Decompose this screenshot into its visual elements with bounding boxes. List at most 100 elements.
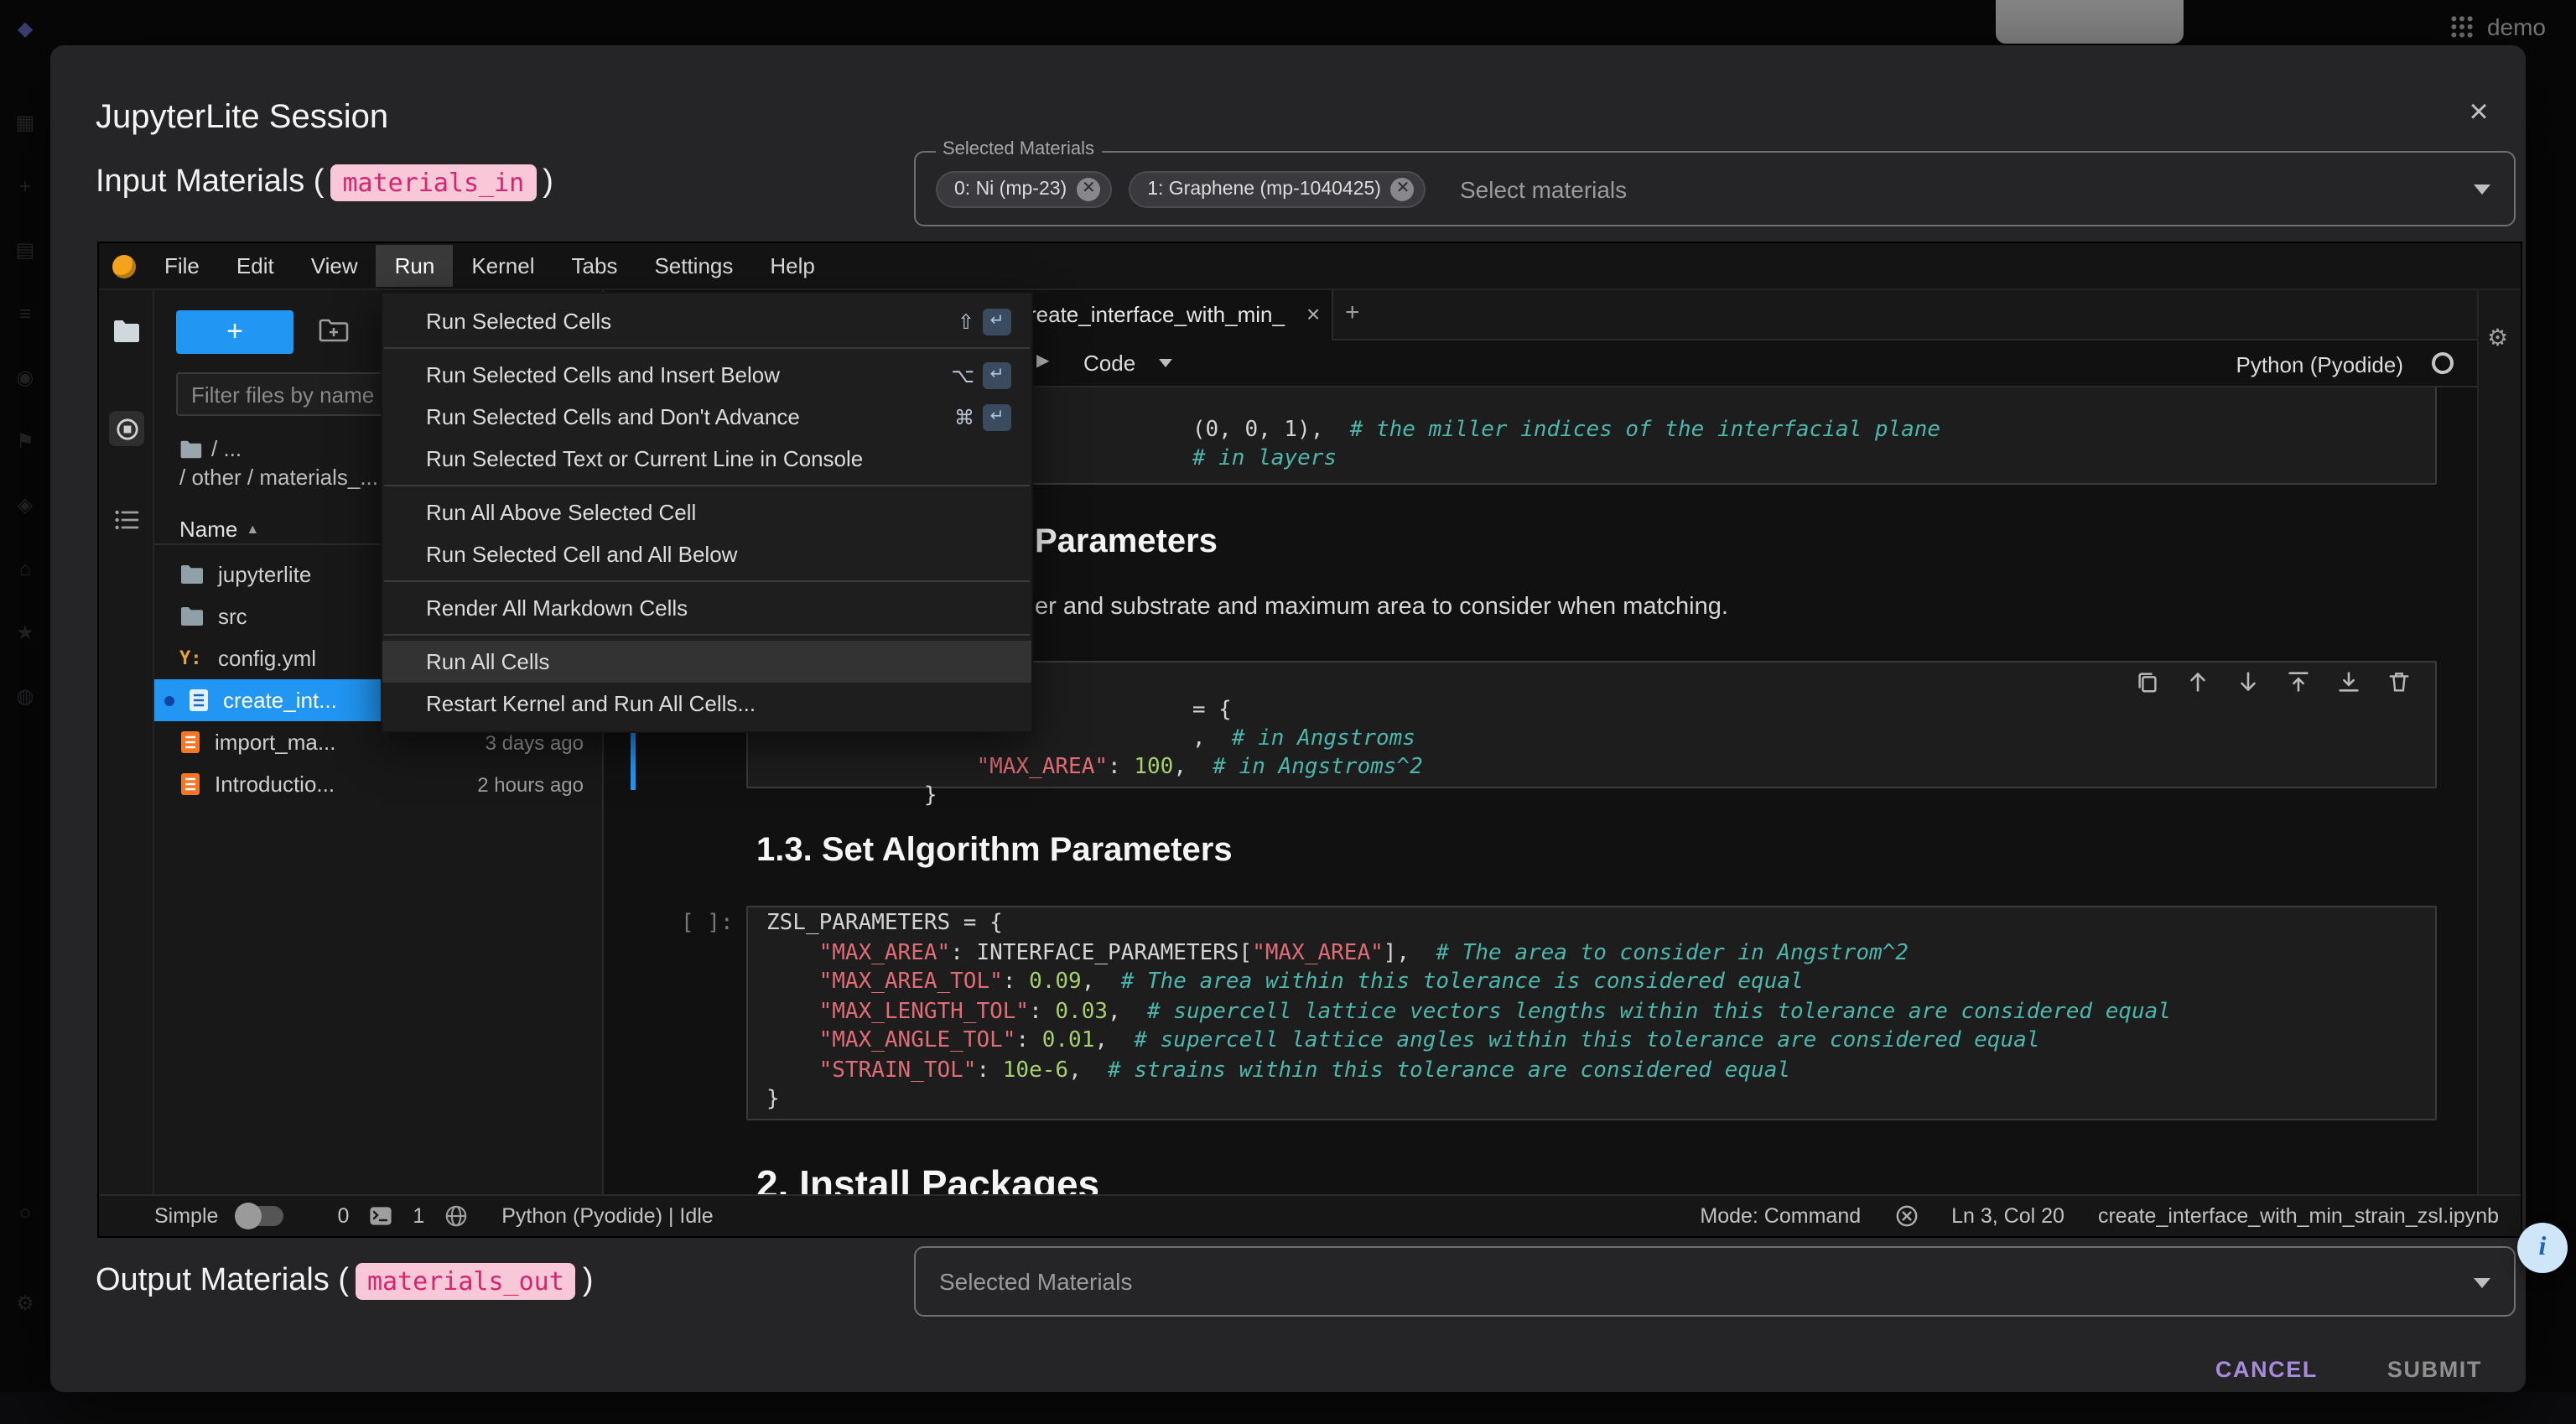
info-button[interactable]: i (2517, 1223, 2568, 1273)
menu-item-run-all-cells[interactable]: Run All Cells (382, 641, 1031, 683)
input-materials-code: materials_in (330, 164, 536, 201)
kernel-name[interactable]: Python (Pyodide) (2236, 352, 2403, 377)
new-folder-icon[interactable] (319, 317, 349, 344)
duplicate-cell-icon[interactable] (2133, 668, 2160, 694)
menu-item-render-all-markdown[interactable]: Render All Markdown Cells (382, 587, 1031, 629)
modal-close-button[interactable]: × (2455, 89, 2502, 136)
move-cell-down-icon[interactable] (2234, 668, 2261, 694)
menu-item-label: Render All Markdown Cells (426, 595, 688, 621)
name-column-header: Name (179, 517, 237, 542)
menubar-item-tabs[interactable]: Tabs (553, 245, 636, 287)
menubar-item-settings[interactable]: Settings (636, 245, 751, 287)
menu-divider (384, 580, 1030, 582)
file-row[interactable]: Introductio... 2 hours ago (154, 763, 604, 805)
code-comment: # strains within this tolerance are cons… (1108, 1058, 1790, 1083)
jupyterlite-logo-icon (112, 254, 136, 278)
cell-toolbar (2133, 668, 2412, 694)
notification-icon[interactable] (1894, 1204, 1918, 1228)
folder-icon (179, 564, 205, 585)
code-indent (766, 1058, 819, 1083)
menu-item-label: Run Selected Cells and Insert Below (426, 362, 780, 387)
cell-type-select[interactable]: Code (1083, 351, 1172, 376)
new-launcher-button[interactable]: + (176, 310, 293, 354)
menubar-item-file[interactable]: File (146, 245, 218, 287)
material-chip[interactable]: 0: Ni (mp-23) ✕ (936, 170, 1112, 207)
yaml-file-icon: Y: (179, 647, 205, 669)
menu-item-run-dont-advance[interactable]: Run Selected Cells and Don't Advance ⌘ ↵ (382, 396, 1031, 438)
menu-item-run-selected-cells[interactable]: Run Selected Cells ⇧ ↵ (382, 300, 1031, 342)
running-kernels-tab-icon[interactable] (109, 411, 144, 446)
menu-item-label: Run All Cells (426, 649, 549, 674)
code-text: ], (1384, 940, 1436, 965)
menu-item-run-and-insert-below[interactable]: Run Selected Cells and Insert Below ⌥ ↵ (382, 354, 1031, 396)
code-indent (766, 969, 819, 995)
shift-key-symbol: ⇧ (958, 309, 974, 333)
file-name: jupyterlite (218, 562, 311, 587)
new-tab-button[interactable]: + (1345, 299, 1360, 327)
breadcrumb[interactable]: / ... (179, 436, 242, 461)
delete-cell-icon[interactable] (2385, 668, 2412, 694)
insert-cell-below-icon[interactable] (2334, 668, 2361, 694)
code-line: "MAX_LENGTH_TOL": 0.03, # supercell latt… (766, 997, 2171, 1026)
output-materials-select[interactable]: Selected Materials (914, 1246, 2516, 1317)
file-name: config.yml (218, 646, 316, 671)
code-line: "MAX_ANGLE_TOL": 0.01, # supercell latti… (766, 1026, 2171, 1056)
chip-delete-icon[interactable]: ✕ (1077, 177, 1100, 200)
breadcrumb-root: / ... (211, 436, 242, 461)
kernels-count[interactable]: 1 (413, 1204, 424, 1228)
kernel-status-icon (2432, 352, 2454, 374)
code-string: "STRAIN_TOL" (819, 1058, 977, 1083)
code-comment: # in Angstroms^2 (1213, 755, 1422, 780)
code-text: , (1094, 1028, 1134, 1053)
menu-item-restart-and-run-all[interactable]: Restart Kernel and Run All Cells... (382, 683, 1031, 725)
chevron-down-icon (2474, 184, 2490, 195)
option-key-symbol: ⌥ (951, 363, 974, 387)
submit-button[interactable]: SUBMIT (2387, 1357, 2482, 1382)
menu-item-run-all-above[interactable]: Run All Above Selected Cell (382, 491, 1031, 533)
file-name: import_ma... (215, 730, 336, 755)
menubar-item-help[interactable]: Help (751, 245, 834, 287)
menu-item-run-all-below[interactable]: Run Selected Cell and All Below (382, 533, 1031, 575)
simple-mode-toggle[interactable] (238, 1206, 283, 1226)
cursor-position[interactable]: Ln 3, Col 20 (1951, 1204, 2064, 1228)
selected-materials-select[interactable]: Selected Materials 0: Ni (mp-23) ✕ 1: Gr… (914, 151, 2516, 226)
code-comment: # supercell lattice vectors lengths with… (1147, 999, 2171, 1024)
code-string: "MAX_AREA" (976, 755, 1108, 780)
code-line: "MAX_AREA": INTERFACE_PARAMETERS["MAX_AR… (766, 938, 2171, 968)
tab-close-icon[interactable]: × (1306, 300, 1320, 327)
file-name: Introductio... (215, 772, 335, 797)
code-text: : (1015, 1028, 1041, 1053)
select-materials-placeholder: Select materials (1460, 175, 1627, 202)
file-browser-tab-icon[interactable] (109, 314, 144, 349)
cancel-button[interactable]: CANCEL (2215, 1357, 2318, 1382)
gear-icon[interactable]: ⚙ (2487, 324, 2508, 352)
globe-icon[interactable] (444, 1204, 468, 1228)
code-line: ZSL_PARAMETERS = { (766, 909, 2171, 938)
insert-cell-above-icon[interactable] (2284, 668, 2311, 694)
notebook-file-icon (179, 730, 201, 755)
move-cell-up-icon[interactable] (2184, 668, 2210, 694)
menu-item-label: Run Selected Cell and All Below (426, 542, 737, 567)
terminals-count[interactable]: 0 (337, 1204, 349, 1228)
chevron-down-icon (2474, 1278, 2490, 1288)
output-materials-suffix: ) (583, 1263, 594, 1300)
notebook-file-icon (188, 688, 210, 713)
run-cell-icon[interactable]: ▶ (1036, 352, 1049, 371)
kernel-status-text[interactable]: Python (Pyodide) | Idle (501, 1204, 713, 1228)
chip-delete-icon[interactable]: ✕ (1391, 177, 1415, 200)
menu-item-label: Run Selected Cells (426, 309, 611, 334)
menu-item-run-text-in-console[interactable]: Run Selected Text or Current Line in Con… (382, 438, 1031, 480)
terminal-icon[interactable] (369, 1206, 392, 1226)
menubar-item-run[interactable]: Run (377, 245, 454, 287)
breadcrumb-path[interactable]: / other / materials_... (179, 465, 378, 490)
enter-key-icon: ↵ (983, 403, 1011, 430)
table-of-contents-tab-icon[interactable] (109, 502, 144, 537)
simple-mode-label: Simple (154, 1204, 218, 1228)
menubar-item-edit[interactable]: Edit (218, 245, 293, 287)
code-number: 100 (1134, 755, 1173, 780)
plus-icon: + (226, 315, 243, 349)
menubar-item-kernel[interactable]: Kernel (453, 245, 553, 287)
menubar-item-view[interactable]: View (293, 245, 377, 287)
code-line: "STRAIN_TOL": 10e-6, # strains within th… (766, 1056, 2171, 1085)
material-chip[interactable]: 1: Graphene (mp-1040425) ✕ (1129, 170, 1426, 207)
